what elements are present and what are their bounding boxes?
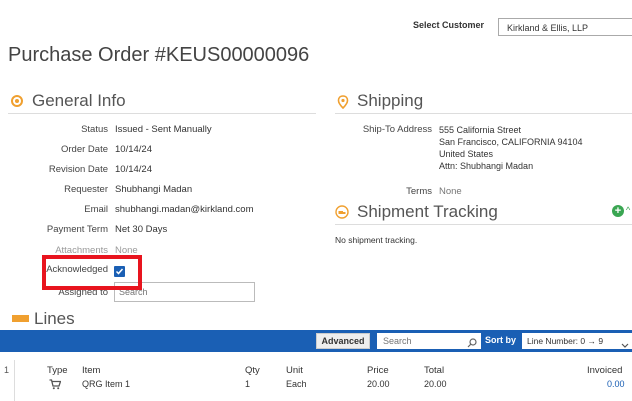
chevron-down-icon (621, 336, 629, 348)
shipment-tracking-heading: Shipment Tracking (357, 202, 498, 221)
customer-select[interactable]: Kirkland & Ellis, LLP (498, 18, 632, 36)
shipping-heading: Shipping (357, 91, 424, 110)
order-date-label: Order Date (61, 144, 108, 155)
revision-date-value: 10/14/24 (115, 164, 152, 175)
select-customer-label: Select Customer (413, 20, 485, 30)
sort-by-label: Sort by (485, 335, 517, 345)
sort-value: Line Number: 0 → 9 (527, 336, 604, 346)
address-line-2: San Francisco, CALIFORNIA 94104 (439, 137, 583, 147)
add-tracking-button[interactable]: + (612, 205, 624, 217)
address-line-1: 555 California Street (439, 125, 522, 135)
customer-value: Kirkland & Ellis, LLP (507, 23, 589, 33)
no-tracking-text: No shipment tracking. (335, 235, 418, 245)
cart-icon (49, 377, 62, 390)
ship-to-label: Ship-To Address (362, 124, 432, 135)
general-info-icon (11, 95, 23, 107)
general-info-heading: General Info (32, 91, 126, 110)
page-title: Purchase Order #KEUS00000096 (8, 44, 310, 66)
row-qty: 1 (245, 379, 251, 389)
lines-search-box[interactable] (377, 333, 481, 349)
plus-icon: + (614, 205, 622, 217)
table-row[interactable]: 1 QRG Item 1 1 Each 20.00 20.00 0.00 (0, 360, 632, 401)
requester-label: Requester (64, 184, 108, 195)
row-total: 20.00 (424, 379, 447, 389)
row-number: 1 (4, 365, 10, 375)
address-line-3: United States (439, 149, 494, 159)
add-tracking-suffix: ^ (626, 205, 631, 215)
row-invoiced[interactable]: 0.00 (607, 379, 625, 389)
highlight-box (42, 255, 142, 290)
order-date-value: 10/14/24 (115, 144, 152, 155)
lines-search-input[interactable] (377, 333, 475, 349)
address-line-4: Attn: Shubhangi Madan (439, 161, 534, 171)
row-unit: Each (286, 379, 307, 389)
terms-label: Terms (406, 186, 432, 197)
lines-icon (12, 315, 29, 322)
ship-to-address: 555 California Street San Francisco, CAL… (439, 124, 583, 172)
location-pin-icon (337, 95, 349, 110)
general-info-divider (8, 113, 316, 114)
status-value: Issued - Sent Manually (115, 124, 212, 135)
requester-value: Shubhangi Madan (115, 184, 193, 195)
row-price: 20.00 (367, 379, 390, 389)
payment-term-label: Payment Term (46, 224, 108, 235)
sort-select[interactable]: Line Number: 0 → 9 (522, 333, 632, 349)
tracking-divider (335, 224, 632, 225)
terms-value: None (439, 186, 462, 197)
truck-icon (335, 205, 349, 219)
row-number-cell: 1 (0, 360, 15, 401)
search-icon[interactable] (467, 335, 477, 348)
status-label: Status (81, 124, 108, 135)
row-item: QRG Item 1 (82, 379, 131, 389)
lines-toolbar: Advanced Sort by Line Number: 0 → 9 (0, 330, 632, 352)
revision-date-label: Revision Date (48, 164, 108, 175)
lines-heading: Lines (34, 309, 75, 328)
payment-term-value: Net 30 Days (115, 224, 168, 235)
email-label: Email (84, 204, 108, 215)
advanced-button[interactable]: Advanced (316, 333, 370, 349)
shipping-divider (335, 113, 632, 114)
email-value: shubhangi.madan@kirkland.com (115, 204, 254, 215)
